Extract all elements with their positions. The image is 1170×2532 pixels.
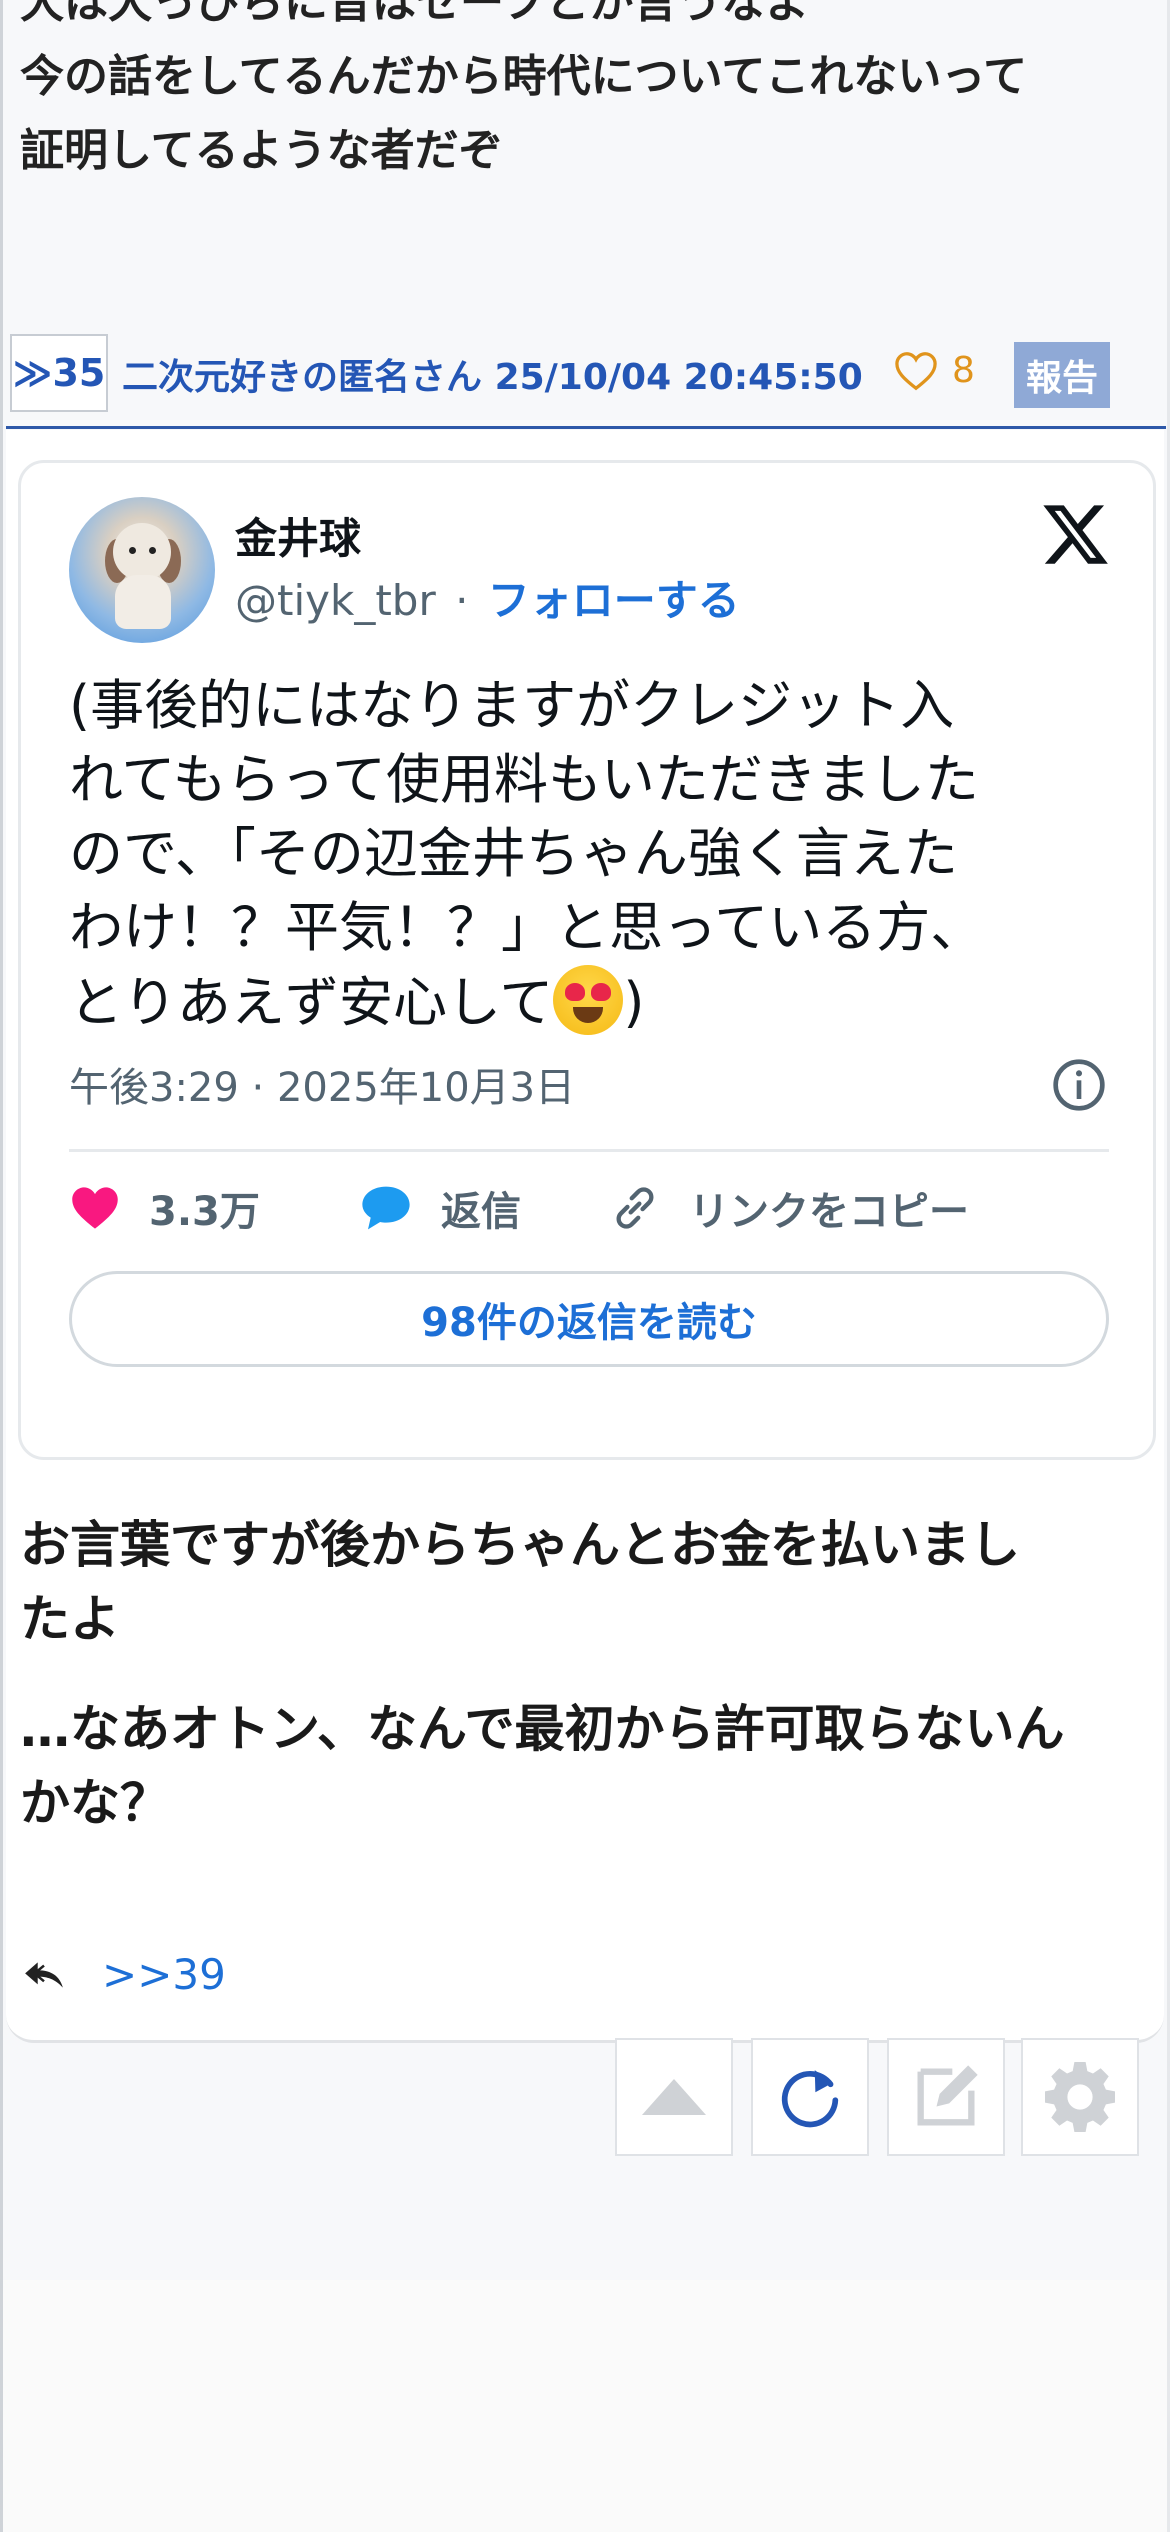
post-header: ≫35 二次元好きの匿名さん 25/10/04 20:45:50 8 報告 [6,330,1166,429]
divider [69,1149,1109,1152]
read-replies-button[interactable]: 98件の返信を読む [69,1271,1109,1367]
reply-paragraph: お言葉ですが後からちゃんとお金を払いまし たよ [20,1508,1160,1656]
post-anchor-label: ≫35 [12,351,106,395]
tweet-handle-row: @tiyk_tbr · フォローする [235,567,740,628]
tweet-text-line: れてもらって使用料もいただきました [69,748,979,811]
previous-post-line: 今の話をしてるんだから時代についてこれないって [20,51,1028,102]
read-replies-label: 98件の返信を読む [421,1300,757,1346]
tweet-like-count: 3.3万 [149,1189,260,1235]
embedded-tweet[interactable]: 金井球 @tiyk_tbr · フォローする (事後的にはなりますがクレジット入… [18,460,1156,1460]
page-bottom-area [3,2280,1167,2532]
tweet-text-line: ので、「その辺金井ちゃん強く言えた [69,822,958,885]
copy-link-button[interactable]: リンクをコピー [609,1179,969,1237]
tweet-text-line: わけ！？平気！？」と思っている方、 [69,896,985,959]
compose-button[interactable] [887,2038,1005,2156]
separator: · [455,576,469,625]
tweet-text-line: (事後的にはなりますがクレジット入 [69,674,955,737]
pencil-icon [917,2065,978,2126]
previous-post-text: 犬は犬っぴらに音はセーフとか言うなよ 今の話をしてるんだから時代についてこれない… [20,0,1150,188]
settings-button[interactable] [1021,2038,1139,2156]
page-edge [0,0,3,2532]
post-anchor-button[interactable]: ≫35 [10,334,108,412]
scroll-top-button[interactable] [615,2038,733,2156]
tweet-actions: 3.3万 返信 リンクをコピー [69,1179,1109,1249]
gear-icon [1045,2062,1115,2132]
link-icon [616,1187,654,1229]
info-icon[interactable] [1051,1057,1107,1113]
tweet-author-name[interactable]: 金井球 [235,505,361,566]
post-author: 二次元好きの匿名さん [122,357,483,398]
tweet-handle[interactable]: @tiyk_tbr [235,576,436,625]
reply-line: …なあオトン、なんで最初から許可取らないん [20,1700,1065,1758]
follow-button[interactable]: フォローする [488,576,740,625]
report-label: 報告 [1025,358,1098,399]
report-button[interactable]: 報告 [1014,342,1110,408]
post-datetime: 25/10/04 20:45:50 [494,357,863,398]
previous-post-line: 証明してるような者だぞ [20,125,503,176]
copy-link-label: リンクをコピー [689,1189,969,1235]
tweet-text: (事後的にはなりますがクレジット入 れてもらって使用料もいただきました ので、「… [69,669,1109,1040]
reply-line: お言葉ですが後からちゃんとお金を払いまし [20,1516,1020,1574]
post-body: 金井球 @tiyk_tbr · フォローする (事後的にはなりますがクレジット入… [6,430,1164,2043]
reply-arrow-icon [25,1961,63,1988]
triangle-up-icon [642,2079,706,2115]
reply-paragraph: …なあオトン、なんで最初から許可取らないん かな？ [20,1692,1160,1840]
reload-button[interactable] [751,2038,869,2156]
heart-outline-icon [895,351,937,390]
speech-bubble-icon [362,1186,410,1230]
post-reply-text: お言葉ですが後からちゃんとお金を払いまし たよ …なあオトン、なんで最初から許可… [20,1508,1160,1914]
reply-line: かな？ [20,1774,170,1832]
heart-eyes-emoji-icon [553,965,624,1035]
tweet-text-line: とりあえず安心して) [69,965,1109,1040]
tweet-reply-button[interactable]: 返信 [359,1179,521,1237]
tweet-text-segment: ) [623,971,645,1034]
reload-icon [781,2070,839,2128]
tweet-reply-label: 返信 [441,1189,521,1235]
tweet-text-segment: とりあえず安心して [69,971,554,1034]
like-count: 8 [952,350,975,391]
post-meta: 二次元好きの匿名さん 25/10/04 20:45:50 [122,348,863,400]
tweet-timestamp[interactable]: 午後3:29 · 2025年10月3日 [69,1055,575,1113]
previous-post-line: 犬は犬っぴらに音はセーフとか言うなよ [20,0,810,28]
reply-line: たよ [20,1590,120,1648]
tweet-like-button[interactable]: 3.3万 [69,1179,260,1237]
x-logo-icon[interactable] [1039,501,1109,571]
backlink-row: >>39 [22,1950,226,1999]
backlink[interactable]: >>39 [102,1950,226,1999]
avatar[interactable] [69,497,215,643]
heart-icon [72,1187,118,1229]
like-button[interactable]: 8 [894,350,975,391]
